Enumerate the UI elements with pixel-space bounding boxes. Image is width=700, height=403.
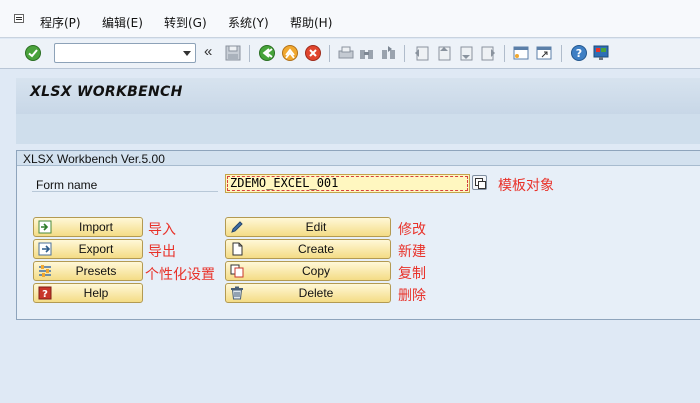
print-icon[interactable] <box>337 44 355 62</box>
help-button[interactable]: ? Help <box>33 283 143 303</box>
application-toolbar <box>16 114 700 144</box>
import-button[interactable]: Import <box>33 217 143 237</box>
enter-icon[interactable] <box>24 44 42 62</box>
edit-label: Edit <box>305 220 327 234</box>
copy-annotation: 复制 <box>398 266 426 282</box>
menu-item-program[interactable]: 程序(P) <box>40 15 81 31</box>
first-page-icon[interactable] <box>413 44 431 62</box>
value-help-icon[interactable] <box>472 175 487 190</box>
toolbar-separator <box>404 45 405 62</box>
create-button[interactable]: Create <box>225 239 391 259</box>
label-underline <box>32 191 218 192</box>
import-annotation: 导入 <box>148 222 176 238</box>
form-name-input[interactable]: ZDEMO_EXCEL_001 <box>225 174 470 193</box>
cancel-icon[interactable] <box>304 44 322 62</box>
import-label: Import <box>78 220 113 234</box>
toolbar-separator <box>504 45 505 62</box>
toolbar-separator <box>329 45 330 62</box>
customize-layout-icon[interactable] <box>592 44 610 62</box>
standard-toolbar: « ? <box>0 39 700 69</box>
form-name-label: Form name <box>36 178 98 192</box>
toolbar-separator <box>249 45 250 62</box>
edit-annotation: 修改 <box>398 222 426 238</box>
delete-button[interactable]: Delete <box>225 283 391 303</box>
copy-button[interactable]: Copy <box>225 261 391 281</box>
toolbar-separator <box>561 45 562 62</box>
back-icon[interactable] <box>258 44 276 62</box>
help-label: Help <box>83 286 109 300</box>
form-name-value: ZDEMO_EXCEL_001 <box>230 176 339 190</box>
exit-icon[interactable] <box>281 44 299 62</box>
command-field[interactable] <box>54 43 196 63</box>
group-title: XLSX Workbench Ver.5.00 <box>23 152 165 166</box>
new-session-icon[interactable] <box>512 44 530 62</box>
previous-page-icon[interactable] <box>435 44 453 62</box>
page-title: XLSX WORKBENCH <box>30 84 183 100</box>
menu-bar: 程序(P) 编辑(E) 转到(G) 系统(Y) 帮助(H) <box>0 0 700 38</box>
delete-annotation: 删除 <box>398 288 426 304</box>
find-next-icon[interactable] <box>380 44 398 62</box>
presets-annotation: 个性化设置 <box>145 267 215 283</box>
presets-label: Presets <box>75 264 117 278</box>
menu-item-system[interactable]: 系统(Y) <box>228 15 269 31</box>
copy-label: Copy <box>301 264 330 278</box>
svg-text:?: ? <box>576 47 582 60</box>
next-page-icon[interactable] <box>457 44 475 62</box>
shortcut-icon[interactable] <box>535 44 553 62</box>
presets-button[interactable]: Presets <box>33 261 143 281</box>
delete-label: Delete <box>298 286 334 300</box>
menu-item-goto[interactable]: 转到(G) <box>164 15 207 31</box>
edit-button[interactable]: Edit <box>225 217 391 237</box>
export-annotation: 导出 <box>148 244 176 260</box>
group-header: XLSX Workbench Ver.5.00 <box>17 151 700 166</box>
export-label: Export <box>78 242 114 256</box>
create-label: Create <box>297 242 335 256</box>
save-icon[interactable] <box>224 44 242 62</box>
form-annotation: 模板对象 <box>498 178 554 194</box>
history-collapse-icon[interactable]: « <box>204 43 216 61</box>
find-icon[interactable] <box>358 44 376 62</box>
menu-item-help[interactable]: 帮助(H) <box>290 15 332 31</box>
system-menu-icon[interactable] <box>14 14 24 23</box>
create-annotation: 新建 <box>398 244 426 260</box>
last-page-icon[interactable] <box>479 44 497 62</box>
title-bar: XLSX WORKBENCH <box>16 78 700 114</box>
help-icon[interactable]: ? <box>570 44 588 62</box>
menu-item-edit[interactable]: 编辑(E) <box>102 15 143 31</box>
export-button[interactable]: Export <box>33 239 143 259</box>
chevron-down-icon[interactable] <box>183 51 191 56</box>
